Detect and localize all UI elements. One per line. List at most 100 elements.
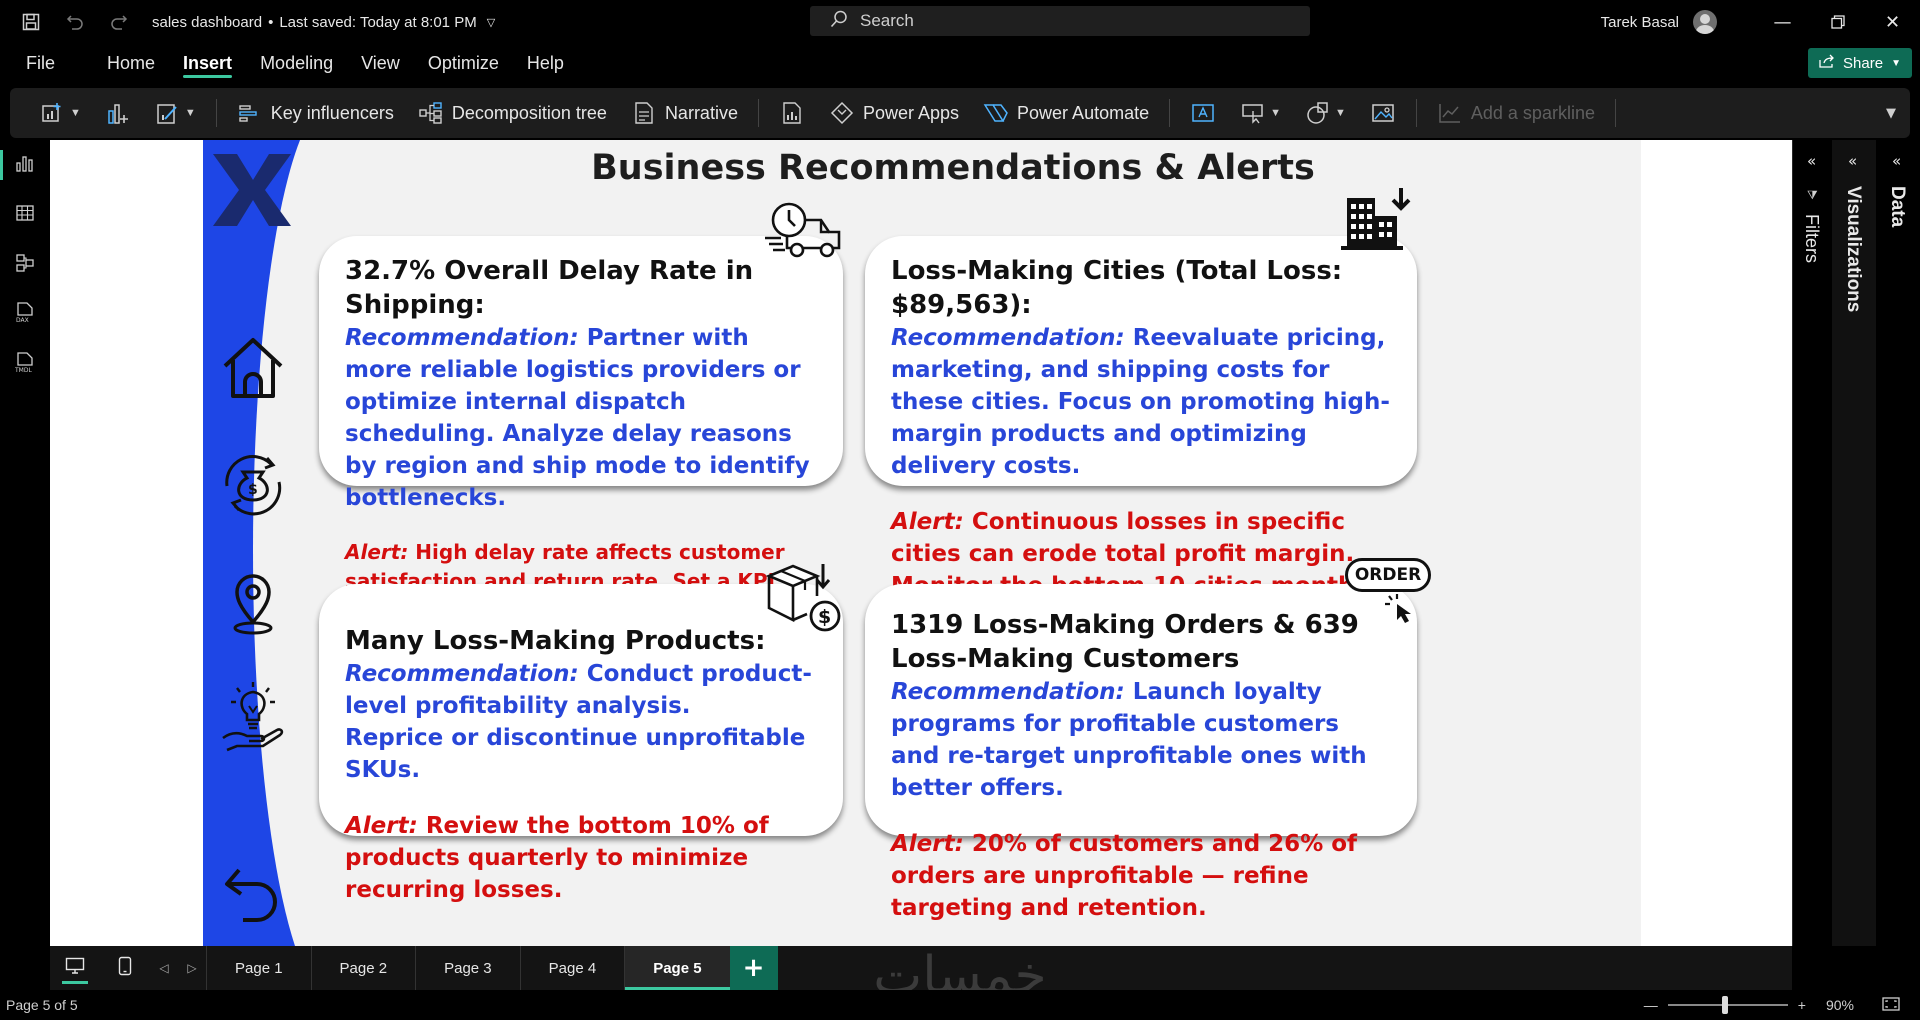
narrative-button[interactable]: Narrative	[619, 88, 750, 138]
chevron-down-icon: ▼	[1270, 107, 1281, 119]
previous-page-icon[interactable]: ◁	[150, 961, 178, 975]
menu-optimize[interactable]: Optimize	[414, 44, 513, 82]
card-alert: Alert: 20% of customers and 26% of order…	[891, 831, 1358, 921]
tab-page-3[interactable]: Page 3	[415, 946, 520, 990]
tmdl-view-button[interactable]: TMDL	[0, 340, 50, 390]
idea-hand-icon[interactable]	[217, 680, 289, 752]
avatar[interactable]	[1693, 10, 1717, 34]
tab-page-2[interactable]: Page 2	[310, 946, 416, 990]
power-apps-label: Power Apps	[862, 102, 960, 123]
power-apps-icon	[829, 100, 855, 126]
delivery-truck-icon	[765, 202, 841, 258]
page-info: Page 5 of 5	[6, 997, 78, 1013]
money-cycle-icon[interactable]: $	[217, 448, 289, 520]
data-pane[interactable]: « Data	[1876, 140, 1920, 946]
expand-pane-icon[interactable]: «	[1848, 152, 1857, 170]
share-button[interactable]: Share ▼	[1808, 48, 1912, 78]
power-apps-button[interactable]: Power Apps	[817, 88, 971, 138]
card-heading: 1319 Loss-Making Orders & 639 Loss-Makin…	[891, 610, 1359, 674]
new-visual-icon	[40, 100, 66, 126]
zoom-slider[interactable]	[1667, 996, 1788, 1014]
zoom-out-icon[interactable]: —	[1644, 997, 1658, 1013]
save-icon[interactable]	[20, 11, 42, 33]
card-recommendation: Recommendation: Conduct product-level pr…	[345, 661, 812, 719]
redo-icon[interactable]	[108, 11, 130, 33]
chevron-down-icon[interactable]: ▼	[1886, 106, 1896, 121]
shapes-icon	[1305, 100, 1331, 126]
tab-page-4[interactable]: Page 4	[519, 946, 625, 990]
next-page-icon[interactable]: ▷	[178, 961, 206, 975]
insert-ribbon: ▼ ▼ Key influencers Decomposition tree N…	[10, 88, 1910, 138]
search-box[interactable]: Search	[810, 6, 1310, 36]
menu-help[interactable]: Help	[513, 44, 578, 82]
view-switcher: DAX TMDL	[0, 140, 50, 946]
card-heading: 32.7% Overall Delay Rate in Shipping:	[345, 256, 754, 320]
zoom-thumb[interactable]	[1721, 996, 1728, 1014]
share-icon	[1819, 54, 1835, 72]
more-visuals-button[interactable]	[93, 88, 143, 138]
new-visual-button[interactable]: ▼	[28, 88, 93, 138]
add-sparkline-button[interactable]: Add a sparkline	[1425, 88, 1607, 138]
menu-modeling[interactable]: Modeling	[246, 44, 347, 82]
image-button[interactable]	[1358, 88, 1408, 138]
custom-visual-button[interactable]: ▼	[143, 88, 208, 138]
filters-pane[interactable]: « ⧩ Filters	[1792, 140, 1832, 946]
paginated-report-button[interactable]	[767, 88, 817, 138]
chevron-down-icon: ▼	[184, 107, 196, 119]
card-recommendation: Recommendation: Reevaluate pricing, mark…	[891, 325, 1390, 479]
tab-page-1[interactable]: Page 1	[206, 946, 311, 990]
report-view-button[interactable]	[0, 140, 50, 190]
title-bar: sales dashboard • Last saved: Today at 8…	[0, 0, 1920, 44]
zoom-in-icon[interactable]: +	[1798, 997, 1806, 1013]
svg-text:TMDL: TMDL	[15, 367, 32, 374]
card-heading: Loss-Making Cities (Total Loss: $89,563)…	[891, 256, 1343, 320]
key-influencers-button[interactable]: Key influencers	[225, 88, 406, 138]
decomposition-tree-button[interactable]: Decomposition tree	[406, 88, 619, 138]
decomposition-tree-icon	[418, 100, 444, 126]
menu-home[interactable]: Home	[93, 44, 169, 82]
desktop-layout-button[interactable]	[50, 946, 100, 990]
text-box-button[interactable]	[1178, 88, 1228, 138]
menu-file[interactable]: File	[0, 44, 69, 82]
expand-pane-icon[interactable]: «	[1807, 152, 1816, 170]
back-arrow-icon[interactable]	[217, 858, 289, 930]
expand-pane-icon[interactable]: «	[1892, 152, 1901, 170]
model-icon	[15, 253, 35, 277]
menu-view[interactable]: View	[347, 44, 414, 82]
close-icon[interactable]: ✕	[1865, 0, 1920, 44]
card-heading: Many Loss-Making Products:	[345, 626, 766, 656]
svg-text:$: $	[248, 482, 258, 498]
document-title[interactable]: sales dashboard • Last saved: Today at 8…	[152, 14, 495, 31]
table-view-button[interactable]	[0, 190, 50, 240]
last-saved: Last saved: Today at 8:01 PM	[279, 13, 477, 31]
text-box-icon	[1190, 100, 1216, 126]
location-pin-icon[interactable]	[217, 566, 289, 638]
home-icon[interactable]	[217, 332, 289, 404]
cursor-click-icon	[1385, 594, 1411, 623]
undo-icon[interactable]	[64, 11, 86, 33]
chevron-down-icon: ▼	[1891, 57, 1901, 69]
minimize-icon[interactable]: —	[1755, 0, 1810, 44]
card-recommendation-2: Reprice or discontinue unprofitable SKUs…	[345, 725, 806, 783]
table-icon	[15, 203, 35, 227]
menu-bar: File Home Insert Modeling View Optimize …	[0, 44, 1920, 82]
menu-insert[interactable]: Insert	[169, 44, 246, 82]
mobile-layout-button[interactable]	[100, 946, 150, 990]
tab-page-5[interactable]: Page 5	[624, 946, 730, 990]
dax-query-view-button[interactable]: DAX	[0, 290, 50, 340]
monitor-icon	[65, 957, 85, 979]
report-canvas[interactable]: $ Business Recommendations & Alerts 32.7…	[50, 140, 1792, 946]
image-icon	[1370, 100, 1396, 126]
visualizations-pane[interactable]: « Visualizations	[1832, 140, 1876, 946]
add-page-button[interactable]: +	[729, 946, 778, 990]
buttons-button[interactable]: ▼	[1228, 88, 1293, 138]
shapes-button[interactable]: ▼	[1293, 88, 1358, 138]
model-view-button[interactable]	[0, 240, 50, 290]
power-automate-button[interactable]: Power Automate	[971, 88, 1161, 138]
restore-icon[interactable]	[1810, 0, 1865, 44]
zoom-level: 90%	[1825, 997, 1854, 1013]
report-title: Business Recommendations & Alerts	[591, 148, 1315, 188]
zoom-control: — + 90%	[1644, 990, 1920, 1020]
order-badge: ORDER	[1345, 558, 1431, 592]
fit-to-page-icon[interactable]	[1882, 996, 1900, 1014]
